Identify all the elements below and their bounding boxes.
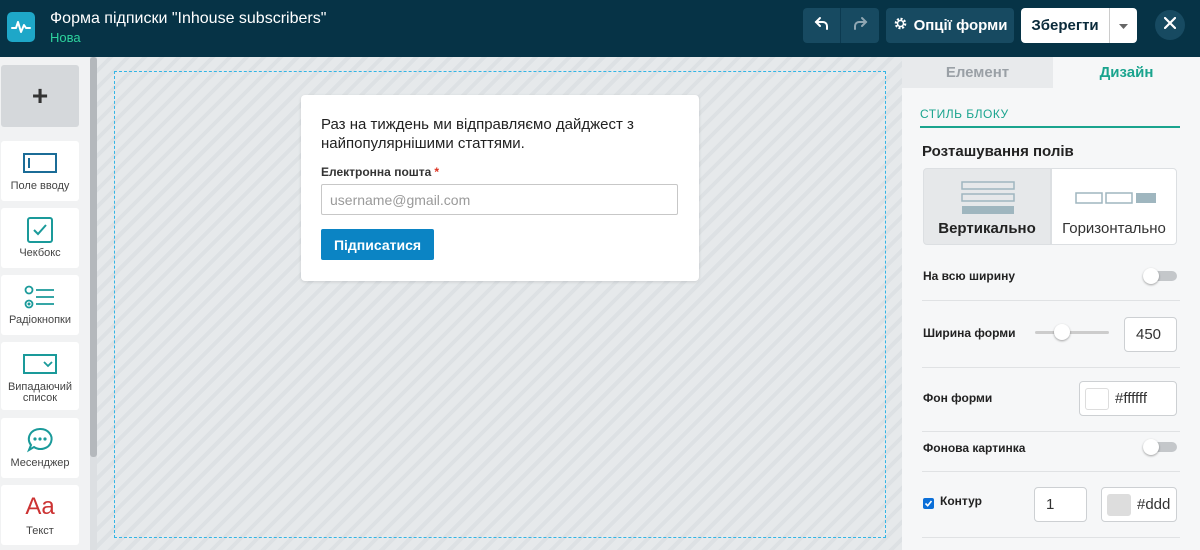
undo-icon	[814, 15, 830, 36]
tool-text-field[interactable]: Поле вводу	[1, 141, 79, 201]
form-width-input[interactable]: 450	[1124, 317, 1177, 352]
dropdown-icon	[1, 350, 79, 378]
form-title: Форма підписки "Inhouse subscribers"	[50, 10, 327, 27]
layout-horizontal-option[interactable]: Горизонтально	[1051, 168, 1177, 245]
outline-color-input[interactable]: #ddd	[1101, 487, 1177, 522]
form-status: Нова	[50, 30, 81, 45]
layout-vertical-option[interactable]: Вертикально	[923, 168, 1051, 245]
tool-label: Текст	[26, 525, 54, 537]
subscribe-button[interactable]: Підписатися	[321, 229, 434, 260]
text-field-icon	[1, 149, 79, 177]
outline-checkbox[interactable]	[923, 498, 934, 509]
form-width-slider[interactable]	[1035, 331, 1109, 334]
divider	[922, 537, 1180, 538]
outline-label: Контур	[940, 494, 982, 508]
tool-checkbox[interactable]: Чекбокс	[1, 208, 79, 268]
redo-button[interactable]	[841, 8, 879, 43]
email-field-label: Електронна пошта *	[321, 165, 439, 179]
tool-label: Чекбокс	[19, 247, 61, 259]
form-background-label: Фон форми	[923, 391, 993, 405]
form-options-button[interactable]: Опції форми	[886, 8, 1014, 43]
form-background-value: #ffffff	[1115, 390, 1147, 407]
subscription-form-preview[interactable]: Раз на тиждень ми відправляємо дайджест …	[301, 95, 699, 281]
tab-design[interactable]: Дизайн	[1053, 57, 1200, 88]
outline-color-swatch	[1107, 493, 1131, 516]
divider	[922, 367, 1180, 368]
toolbox-scrollbar-thumb[interactable]	[90, 57, 97, 457]
text-icon: Aa	[25, 493, 55, 520]
checkmark-icon	[924, 500, 933, 507]
form-description: Раз на тиждень ми відправляємо дайджест …	[321, 116, 634, 152]
form-background-swatch	[1085, 387, 1109, 410]
required-mark: *	[434, 165, 439, 179]
background-image-label: Фонова картинка	[923, 441, 1026, 455]
tab-element[interactable]: Елемент	[902, 57, 1053, 88]
save-dropdown-button[interactable]	[1109, 8, 1137, 43]
email-field[interactable]	[321, 184, 678, 215]
gear-icon	[893, 16, 908, 35]
tool-label: Поле вводу	[10, 180, 70, 192]
layout-vertical-label: Вертикально	[938, 220, 1036, 237]
vertical-layout-icon	[961, 181, 1015, 214]
tool-text[interactable]: Aa Текст	[1, 485, 79, 545]
pulse-logo-icon	[7, 12, 35, 42]
save-button[interactable]: Зберегти	[1021, 8, 1109, 43]
close-button[interactable]	[1155, 10, 1185, 40]
tool-dropdown[interactable]: Випадаючий список	[1, 342, 79, 410]
tool-messenger[interactable]: Месенджер	[1, 418, 79, 478]
full-width-label: На всю ширину	[923, 269, 1016, 283]
section-underline	[920, 126, 1180, 128]
properties-panel: Елемент Дизайн СТИЛЬ БЛОКУ Розташування …	[902, 57, 1200, 550]
undo-button[interactable]	[803, 8, 841, 43]
email-label-text: Електронна пошта	[321, 165, 432, 179]
layout-horizontal-label: Горизонтально	[1062, 220, 1166, 237]
close-icon	[1163, 16, 1177, 34]
element-toolbox: + Поле вводу Чекбокс Радіокнопки Випадаю…	[0, 57, 90, 550]
tool-label: Месенджер	[10, 457, 70, 469]
full-width-toggle[interactable]	[1143, 268, 1177, 284]
form-options-label: Опції форми	[913, 17, 1008, 34]
form-width-label: Ширина форми	[923, 326, 1016, 340]
section-title: СТИЛЬ БЛОКУ	[920, 107, 1009, 121]
outline-color-value: #ddd	[1137, 496, 1171, 513]
redo-icon	[852, 15, 868, 36]
divider	[922, 471, 1180, 472]
tool-radio-buttons[interactable]: Радіокнопки	[1, 275, 79, 335]
outline-width-input[interactable]: 1	[1034, 487, 1087, 522]
form-background-color-input[interactable]: #ffffff	[1079, 381, 1177, 416]
add-element-button[interactable]: +	[1, 65, 79, 127]
background-image-toggle[interactable]	[1143, 439, 1177, 455]
divider	[922, 300, 1180, 301]
radio-buttons-icon	[1, 283, 79, 311]
horizontal-layout-icon	[1075, 192, 1156, 204]
top-bar: Форма підписки "Inhouse subscribers" Нов…	[0, 0, 1200, 57]
form-width-slider-handle[interactable]	[1054, 324, 1070, 340]
tool-label: Випадаючий список	[7, 381, 73, 404]
divider	[922, 431, 1180, 432]
messenger-icon	[1, 426, 79, 454]
checkbox-icon	[1, 216, 79, 244]
chevron-down-icon	[1119, 17, 1128, 35]
tool-label: Радіокнопки	[9, 314, 71, 326]
fields-layout-title: Розташування полів	[922, 143, 1074, 160]
